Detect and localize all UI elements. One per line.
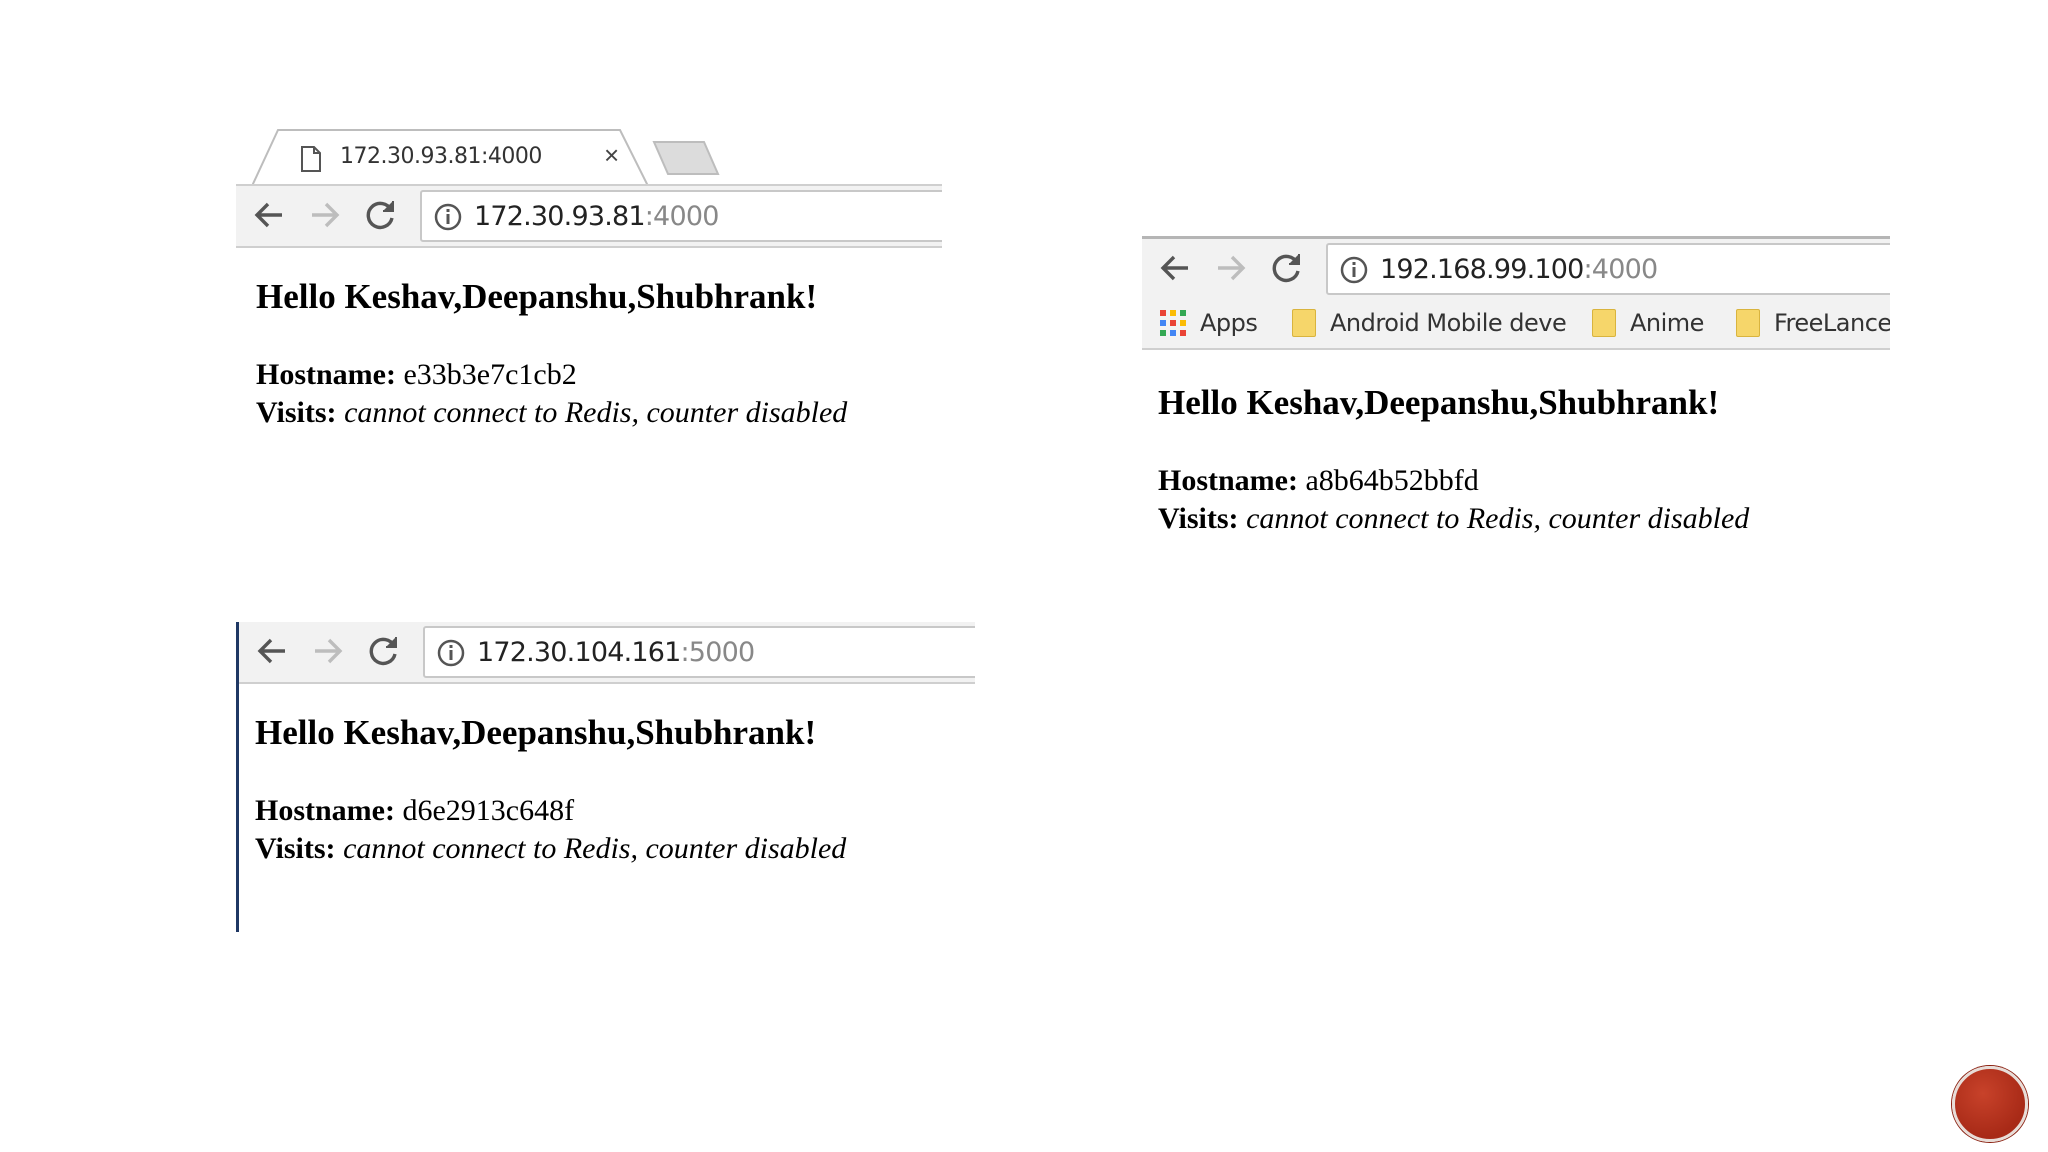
bookmark-label: Apps [1200,309,1258,337]
bookmarks-bar: Apps Android Mobile deve Anime FreeLance [1142,296,1890,350]
page-heading: Hello Keshav,Deepanshu,Shubhrank! [1158,383,1720,422]
info-icon[interactable] [434,203,462,231]
back-arrow-icon[interactable] [255,634,289,668]
reload-icon[interactable] [367,634,401,668]
browser-toolbar: 172.30.104.161:5000 [239,622,975,684]
url-host: 172.30.104.161 [477,637,681,668]
page-content: Hello Keshav,Deepanshu,Shubhrank! Hostna… [256,276,847,432]
tab-title: 172.30.93.81:4000 [340,144,542,169]
visits-value: cannot connect to Redis, counter disable… [343,832,847,865]
browser-window-1: 172.30.93.81:4000 × 172.30.93.81:4000 He… [236,126,942,446]
back-arrow-icon[interactable] [252,198,286,232]
visits-line: Visits: cannot connect to Redis, counter… [256,394,847,432]
hostname-line: Hostname: d6e2913c648f [255,792,846,830]
visits-label: Visits: [255,832,336,865]
url-host: 192.168.99.100 [1380,254,1584,285]
bookmark-apps[interactable]: Apps [1160,308,1258,338]
info-icon[interactable] [1340,256,1368,284]
close-icon[interactable]: × [604,142,619,168]
visits-line: Visits: cannot connect to Redis, counter… [255,830,846,868]
back-arrow-icon[interactable] [1158,251,1192,285]
apps-grid-icon [1160,310,1186,336]
hostname-value: e33b3e7c1cb2 [403,358,577,391]
bookmark-anime[interactable]: Anime [1592,308,1704,338]
browser-window-2: 192.168.99.100:4000 Apps Android Mobile … [1142,236,1890,546]
bookmark-freelance[interactable]: FreeLance [1736,308,1890,338]
reload-icon[interactable] [1270,251,1304,285]
page-content: Hello Keshav,Deepanshu,Shubhrank! Hostna… [1158,382,1749,538]
new-tab-button[interactable] [652,140,722,176]
browser-toolbar: 172.30.93.81:4000 [236,186,942,248]
info-lines: Hostname: d6e2913c648f Visits: cannot co… [255,792,846,868]
visits-label: Visits: [256,396,337,429]
address-bar[interactable]: 172.30.104.161:5000 [423,626,975,678]
bookmark-label: Anime [1630,309,1704,337]
hostname-line: Hostname: e33b3e7c1cb2 [256,356,847,394]
url-port: :4000 [1583,254,1659,285]
bookmark-android-mobile[interactable]: Android Mobile deve [1292,308,1567,338]
url-text: 172.30.104.161:5000 [477,637,756,668]
info-lines: Hostname: a8b64b52bbfd Visits: cannot co… [1158,462,1749,538]
tab-strip: 172.30.93.81:4000 × [236,126,942,187]
folder-icon [1292,309,1316,337]
hostname-label: Hostname: [255,794,395,827]
url-text: 192.168.99.100:4000 [1380,254,1659,285]
folder-icon [1736,309,1760,337]
visits-line: Visits: cannot connect to Redis, counter… [1158,500,1749,538]
visits-label: Visits: [1158,502,1239,535]
forward-arrow-icon[interactable] [1214,251,1248,285]
reload-icon[interactable] [364,198,398,232]
forward-arrow-icon[interactable] [311,634,345,668]
page-heading: Hello Keshav,Deepanshu,Shubhrank! [256,277,818,316]
address-bar[interactable]: 172.30.93.81:4000 [420,190,942,242]
visits-value: cannot connect to Redis, counter disable… [344,396,848,429]
browser-tab[interactable]: 172.30.93.81:4000 × [252,128,649,187]
info-icon[interactable] [437,639,465,667]
bookmark-label: FreeLance [1774,309,1890,337]
visits-value: cannot connect to Redis, counter disable… [1246,502,1750,535]
folder-icon [1592,309,1616,337]
slide-badge-circle [1952,1066,2028,1142]
url-host: 172.30.93.81 [474,201,646,232]
page-content: Hello Keshav,Deepanshu,Shubhrank! Hostna… [255,712,846,868]
info-lines: Hostname: e33b3e7c1cb2 Visits: cannot co… [256,356,847,432]
bookmark-label: Android Mobile deve [1330,309,1567,337]
page-icon [301,146,321,172]
url-port: :5000 [680,637,756,668]
hostname-label: Hostname: [256,358,396,391]
url-port: :4000 [644,201,720,232]
address-bar[interactable]: 192.168.99.100:4000 [1326,243,1890,295]
browser-window-3: 172.30.104.161:5000 Hello Keshav,Deepans… [236,622,975,932]
forward-arrow-icon[interactable] [308,198,342,232]
browser-toolbar: 192.168.99.100:4000 [1142,236,1890,299]
hostname-value: a8b64b52bbfd [1305,464,1479,497]
hostname-label: Hostname: [1158,464,1298,497]
hostname-line: Hostname: a8b64b52bbfd [1158,462,1749,500]
url-text: 172.30.93.81:4000 [474,201,719,232]
page-heading: Hello Keshav,Deepanshu,Shubhrank! [255,713,817,752]
hostname-value: d6e2913c648f [402,794,575,827]
